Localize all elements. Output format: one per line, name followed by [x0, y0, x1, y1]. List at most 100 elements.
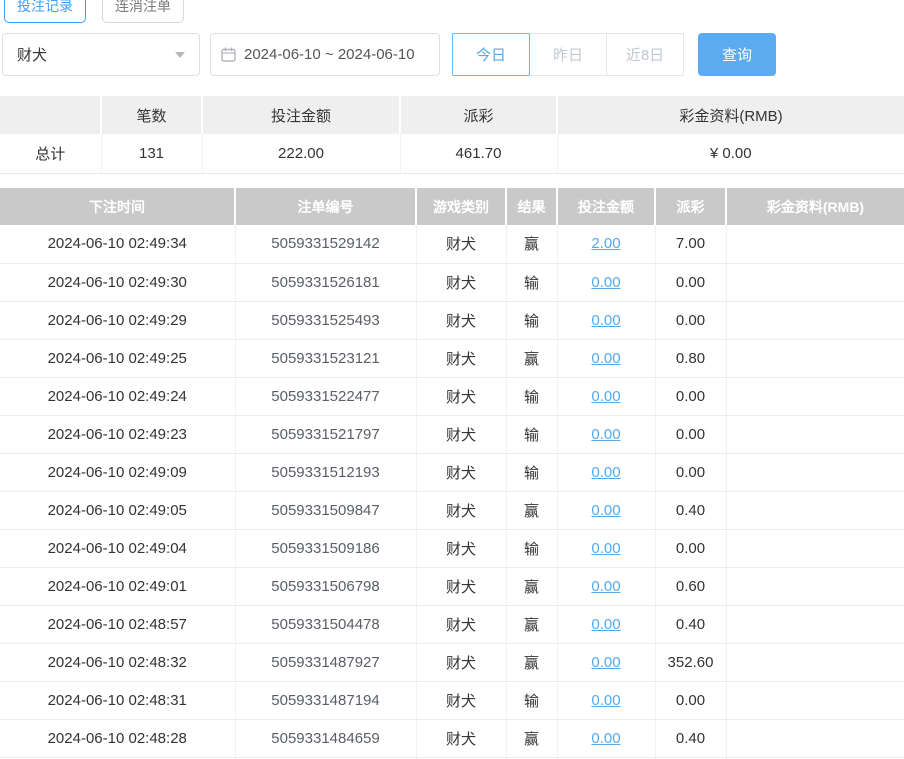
bet-amount-link[interactable]: 0.00	[591, 730, 620, 747]
bet-amount-link[interactable]: 0.00	[591, 616, 620, 633]
cell-order_id: 5059331521797	[235, 415, 416, 453]
header-result: 结果	[506, 188, 557, 225]
last-8-days-button[interactable]: 近8日	[606, 33, 684, 76]
bet-table-body: 2024-06-10 02:49:345059331529142财犬赢2.007…	[0, 225, 904, 759]
cell-bonus	[726, 263, 904, 301]
cell-bet: 0.00	[557, 719, 655, 757]
calendar-icon	[221, 47, 236, 62]
cell-payout: 0.00	[655, 681, 726, 719]
bet-amount-link[interactable]: 0.00	[591, 540, 620, 557]
header-game-type: 游戏类别	[416, 188, 506, 225]
cell-result: 赢	[506, 567, 557, 605]
cell-bet: 2.00	[557, 225, 655, 263]
table-row: 2024-06-10 02:49:045059331509186财犬输0.000…	[0, 529, 904, 567]
cell-game: 财犬	[416, 225, 506, 263]
today-button[interactable]: 今日	[452, 33, 530, 76]
cell-result: 赢	[506, 225, 557, 263]
bet-amount-link[interactable]: 2.00	[591, 235, 620, 252]
game-select-value: 财犬	[17, 44, 47, 65]
cell-game: 财犬	[416, 681, 506, 719]
bet-amount-link[interactable]: 0.00	[591, 274, 620, 291]
summary-header-payout: 派彩	[400, 96, 557, 134]
cell-order_id: 5059331509847	[235, 491, 416, 529]
cell-bet: 0.00	[557, 453, 655, 491]
cell-order_id: 5059331529142	[235, 225, 416, 263]
filter-bar: 财犬 2024-06-10 ~ 2024-06-10 今日 昨日 近8日 查询	[0, 33, 904, 76]
summary-total-row: 总计 131 222.00 461.70 ¥ 0.00	[0, 134, 904, 173]
cell-order_id: 5059331523121	[235, 339, 416, 377]
bet-amount-link[interactable]: 0.00	[591, 464, 620, 481]
table-row: 2024-06-10 02:49:055059331509847财犬赢0.000…	[0, 491, 904, 529]
cell-result: 赢	[506, 643, 557, 681]
summary-total-count: 131	[101, 134, 202, 173]
cell-game: 财犬	[416, 643, 506, 681]
cell-bonus	[726, 301, 904, 339]
table-row: 2024-06-10 02:48:575059331504478财犬赢0.000…	[0, 605, 904, 643]
cell-game: 财犬	[416, 529, 506, 567]
cell-payout: 0.80	[655, 339, 726, 377]
cell-result: 赢	[506, 605, 557, 643]
table-row: 2024-06-10 02:49:255059331523121财犬赢0.000…	[0, 339, 904, 377]
cell-bet: 0.00	[557, 377, 655, 415]
bet-amount-link[interactable]: 0.00	[591, 578, 620, 595]
date-range-value: 2024-06-10 ~ 2024-06-10	[244, 46, 415, 63]
cell-time: 2024-06-10 02:48:57	[0, 605, 235, 643]
top-tabs: 投注记录 连消注单	[4, 0, 184, 23]
tab-chain-cancel-orders[interactable]: 连消注单	[102, 0, 184, 23]
summary-header-bonus: 彩金资料(RMB)	[557, 96, 904, 134]
date-range-input[interactable]: 2024-06-10 ~ 2024-06-10	[210, 33, 440, 76]
cell-result: 赢	[506, 491, 557, 529]
cell-time: 2024-06-10 02:49:04	[0, 529, 235, 567]
cell-time: 2024-06-10 02:49:34	[0, 225, 235, 263]
table-row: 2024-06-10 02:49:345059331529142财犬赢 2.00 7…	[0, 225, 904, 263]
quick-date-button-group: 今日 昨日 近8日	[452, 33, 684, 76]
cell-bonus	[726, 491, 904, 529]
betting-records-page: 投注记录 连消注单 财犬 2024-06-10 ~ 2024-06-10 今日 …	[0, 0, 904, 759]
cell-bet: 0.00	[557, 605, 655, 643]
cell-time: 2024-06-10 02:49:05	[0, 491, 235, 529]
cell-game: 财犬	[416, 301, 506, 339]
header-bet-time: 下注时间	[0, 188, 235, 225]
header-order-id: 注单编号	[235, 188, 416, 225]
table-row: 2024-06-10 02:49:295059331525493财犬输 0.00 0…	[0, 301, 904, 339]
cell-payout: 7.00	[655, 225, 726, 263]
summary-header-empty	[0, 96, 101, 134]
cell-game: 财犬	[416, 567, 506, 605]
header-bet-amount: 投注金额	[557, 188, 655, 225]
bet-amount-link[interactable]: 0.00	[591, 426, 620, 443]
cell-game: 财犬	[416, 377, 506, 415]
cell-time: 2024-06-10 02:49:23	[0, 415, 235, 453]
cell-result: 输	[506, 377, 557, 415]
yesterday-button[interactable]: 昨日	[529, 33, 607, 76]
header-bonus: 彩金资料(RMB)	[726, 188, 904, 225]
summary-table: 笔数 投注金额 派彩 彩金资料(RMB) 总计 131 222.00 461.7…	[0, 96, 904, 174]
cell-time: 2024-06-10 02:49:30	[0, 263, 235, 301]
cell-order_id: 5059331525493	[235, 301, 416, 339]
cell-payout: 0.00	[655, 301, 726, 339]
tab-bet-records[interactable]: 投注记录	[4, 0, 86, 23]
cell-result: 输	[506, 453, 557, 491]
cell-bonus	[726, 719, 904, 757]
cell-payout: 0.40	[655, 719, 726, 757]
table-row: 2024-06-10 02:49:305059331526181财犬输0.000…	[0, 263, 904, 301]
cell-payout: 0.00	[655, 529, 726, 567]
bet-amount-link[interactable]: 0.00	[591, 350, 620, 367]
query-button[interactable]: 查询	[698, 33, 776, 76]
bet-amount-link[interactable]: 0.00	[591, 312, 620, 329]
bet-amount-link[interactable]: 0.00	[591, 502, 620, 519]
bet-amount-link[interactable]: 0.00	[591, 654, 620, 671]
cell-time: 2024-06-10 02:49:29	[0, 301, 235, 339]
cell-game: 财犬	[416, 719, 506, 757]
bet-table-header-row: 下注时间 注单编号 游戏类别 结果 投注金额 派彩 彩金资料(RMB)	[0, 188, 904, 225]
cell-game: 财犬	[416, 605, 506, 643]
cell-bet: 0.00	[557, 529, 655, 567]
summary-header-count: 笔数	[101, 96, 202, 134]
bet-amount-link[interactable]: 0.00	[591, 692, 620, 709]
cell-bonus	[726, 643, 904, 681]
game-select[interactable]: 财犬	[2, 33, 200, 76]
bet-amount-link[interactable]: 0.00	[591, 388, 620, 405]
cell-result: 输	[506, 301, 557, 339]
cell-result: 输	[506, 681, 557, 719]
cell-order_id: 5059331484659	[235, 719, 416, 757]
cell-result: 输	[506, 529, 557, 567]
